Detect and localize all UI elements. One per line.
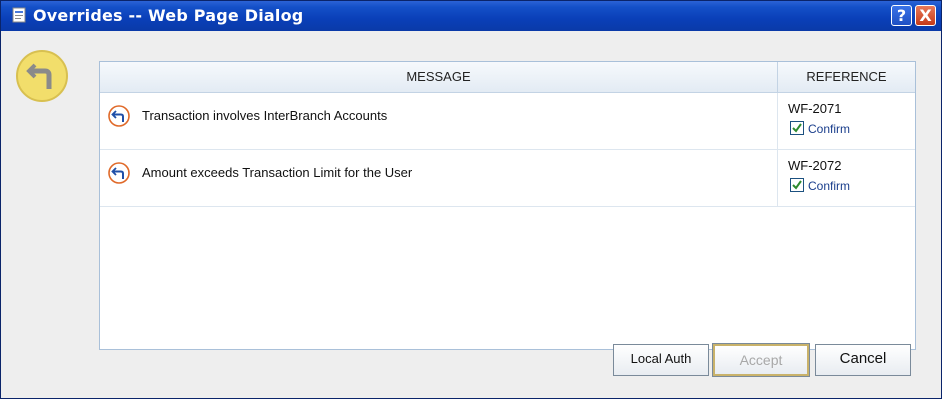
table-header: MESSAGE REFERENCE [100, 62, 915, 93]
accept-button[interactable]: Accept [712, 343, 810, 377]
confirm-checkbox[interactable] [790, 121, 804, 135]
override-arrow-icon [108, 162, 130, 184]
checkmark-icon [792, 123, 802, 133]
confirm-checkbox[interactable] [790, 178, 804, 192]
window-title: Overrides -- Web Page Dialog [33, 6, 304, 25]
dialog-body: MESSAGE REFERENCE Transaction involves I… [1, 31, 941, 398]
column-header-message: MESSAGE [100, 62, 778, 92]
close-button[interactable]: X [915, 5, 936, 26]
overrides-table: MESSAGE REFERENCE Transaction involves I… [99, 61, 916, 350]
message-cell: Amount exceeds Transaction Limit for the… [100, 150, 778, 206]
column-header-reference: REFERENCE [806, 69, 887, 84]
table-row: Amount exceeds Transaction Limit for the… [100, 150, 915, 207]
reference-cell: WF-2072 Confirm [778, 150, 915, 206]
dialog-window: Overrides -- Web Page Dialog ? X MESSAGE… [0, 0, 942, 399]
help-button[interactable]: ? [891, 5, 912, 26]
cancel-button[interactable]: Cancel [815, 344, 911, 376]
override-message: Amount exceeds Transaction Limit for the… [142, 165, 413, 180]
table-row: Transaction involves InterBranch Account… [100, 93, 915, 150]
override-sign-icon [16, 50, 68, 102]
title-bar[interactable]: Overrides -- Web Page Dialog ? X [1, 1, 941, 31]
confirm-label[interactable]: Confirm [808, 122, 850, 136]
override-arrow-icon [108, 105, 130, 127]
override-message: Transaction involves InterBranch Account… [142, 108, 388, 123]
page-dialog-icon [12, 7, 26, 23]
reference-code: WF-2071 [788, 101, 842, 116]
local-auth-button[interactable]: Local Auth [613, 344, 709, 376]
reference-code: WF-2072 [788, 158, 842, 173]
checkmark-icon [792, 180, 802, 190]
confirm-label[interactable]: Confirm [808, 179, 850, 193]
message-cell: Transaction involves InterBranch Account… [100, 93, 778, 149]
reference-cell: WF-2071 Confirm [778, 93, 915, 149]
